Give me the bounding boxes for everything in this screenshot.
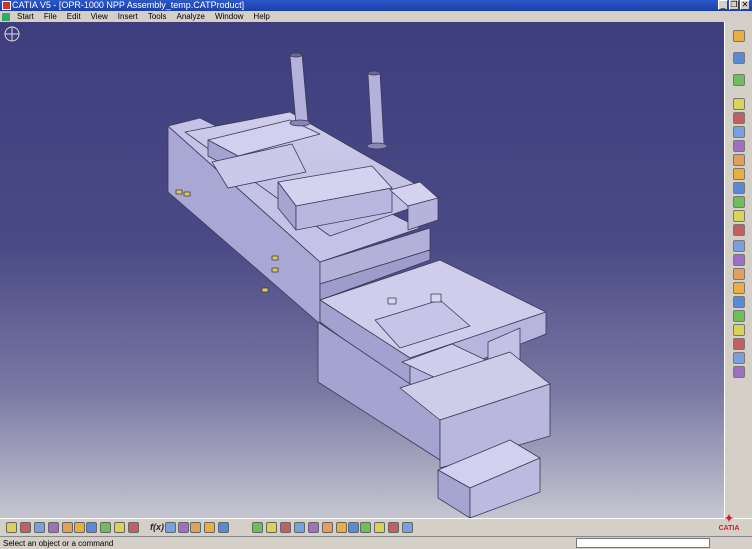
swap-visible-icon[interactable] (388, 522, 399, 533)
light-icon[interactable] (733, 352, 745, 364)
hide-show-icon[interactable] (190, 522, 201, 533)
normal-view-icon[interactable] (336, 522, 347, 533)
fly-icon[interactable] (252, 522, 263, 533)
sketch-icon[interactable] (733, 30, 745, 42)
hide-icon[interactable] (374, 522, 385, 533)
menu-file[interactable]: File (39, 11, 62, 22)
select-icon[interactable] (733, 52, 745, 64)
annotation-icon[interactable] (733, 338, 745, 350)
paste-icon[interactable] (86, 522, 97, 533)
menu-analyze[interactable]: Analyze (172, 11, 210, 22)
renumber-icon[interactable] (733, 182, 745, 194)
status-message: Select an object or a command (3, 539, 114, 548)
fast-multi-instantiate-icon[interactable] (733, 210, 745, 222)
clash-icon[interactable] (733, 296, 745, 308)
menu-window[interactable]: Window (210, 11, 248, 22)
minimize-button[interactable]: _ (718, 0, 728, 10)
knowledge-icon[interactable] (178, 522, 189, 533)
explode-icon[interactable] (733, 254, 745, 266)
menu-help[interactable]: Help (248, 11, 274, 22)
catia-app-icon[interactable] (2, 1, 11, 10)
new-icon[interactable] (6, 522, 17, 533)
graph-tree-icon[interactable] (733, 168, 745, 180)
title-bar: CATIA V5 - [OPR-1000 NPP Assembly_temp.C… (0, 0, 752, 11)
stop-manipulate-icon[interactable] (733, 268, 745, 280)
shading-icon[interactable] (360, 522, 371, 533)
redo-icon[interactable] (114, 522, 125, 533)
menu-insert[interactable]: Insert (113, 11, 143, 22)
multi-instantiate-icon[interactable] (733, 196, 745, 208)
stack-2 (367, 71, 385, 147)
catalog-icon[interactable] (733, 366, 745, 378)
menu-view[interactable]: View (86, 11, 113, 22)
part-icon[interactable] (733, 126, 745, 138)
iso-view-icon[interactable] (348, 522, 359, 533)
fit-all-icon[interactable] (266, 522, 277, 533)
assembly-model[interactable] (0, 22, 724, 518)
constraint-icon[interactable] (733, 74, 745, 86)
rotate-icon[interactable] (294, 522, 305, 533)
restore-button[interactable]: ❐ (729, 0, 739, 10)
window-title: CATIA V5 - [OPR-1000 NPP Assembly_temp.C… (12, 0, 245, 10)
sectioning-icon[interactable] (733, 310, 745, 322)
undo-icon[interactable] (100, 522, 111, 533)
formula-label[interactable]: f(x) (150, 522, 164, 532)
catia-logo: ✦ CATIA (718, 513, 740, 532)
start-icon (2, 12, 10, 21)
cut-icon[interactable] (62, 522, 73, 533)
menu-tools[interactable]: Tools (143, 11, 172, 22)
menu-edit[interactable]: Edit (62, 11, 86, 22)
snap-icon[interactable] (733, 240, 745, 252)
replace-icon[interactable] (733, 154, 745, 166)
open-icon[interactable] (20, 522, 31, 533)
3d-viewport[interactable] (0, 22, 724, 518)
pan-icon[interactable] (280, 522, 291, 533)
menu-bar: Start File Edit View Insert Tools Analyz… (0, 11, 752, 22)
zoom-in-icon[interactable] (308, 522, 319, 533)
print-icon[interactable] (48, 522, 59, 533)
properties-icon[interactable] (218, 522, 229, 533)
right-toolbar (724, 22, 752, 518)
zoom-out-icon[interactable] (322, 522, 333, 533)
distance-icon[interactable] (733, 324, 745, 336)
status-bar: Select an object or a command (0, 536, 752, 549)
formula-icon[interactable] (165, 522, 176, 533)
menu-start[interactable]: Start (12, 11, 39, 22)
save-icon[interactable] (34, 522, 45, 533)
whats-this-icon[interactable] (128, 522, 139, 533)
render-icon[interactable] (402, 522, 413, 533)
product-icon[interactable] (733, 98, 745, 110)
existing-component-icon[interactable] (733, 140, 745, 152)
scenes-icon[interactable] (733, 282, 745, 294)
command-input[interactable] (576, 538, 710, 548)
copy-icon[interactable] (74, 522, 85, 533)
manipulation-icon[interactable] (733, 224, 745, 236)
close-button[interactable]: ✕ (740, 0, 750, 10)
swap-icon[interactable] (204, 522, 215, 533)
component-icon[interactable] (733, 112, 745, 124)
bottom-toolbar: f(x) (0, 518, 752, 536)
